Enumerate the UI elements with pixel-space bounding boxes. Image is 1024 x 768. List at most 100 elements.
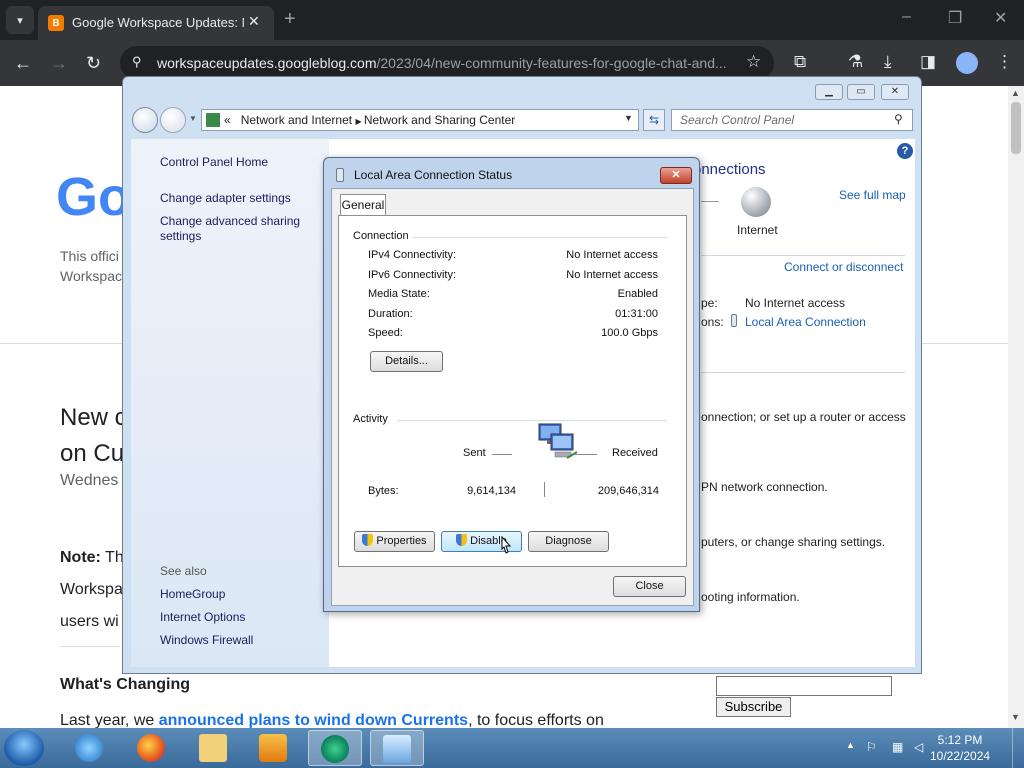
address-dropdown-icon[interactable]: ▼ [624, 113, 633, 123]
sidebar-control-panel-home[interactable]: Control Panel Home [160, 155, 268, 169]
taskbar-control-panel[interactable] [370, 730, 424, 766]
duration-label: Duration: [368, 308, 413, 320]
divider [701, 255, 905, 256]
diagnose-button[interactable]: Diagnose [528, 531, 609, 552]
download-icon[interactable]: ⤓ [884, 52, 892, 72]
network-folder-icon [206, 113, 220, 127]
system-clock[interactable]: 5:12 PM 10/22/2024 [930, 732, 990, 764]
start-orb-icon[interactable] [4, 730, 44, 766]
forward-arrow-icon[interactable] [160, 107, 186, 133]
connect-disconnect-link[interactable]: Connect or disconnect [784, 260, 903, 274]
group-divider [413, 237, 667, 238]
bytes-sent-value: 9,614,134 [467, 485, 516, 497]
breadcrumb-network-internet[interactable]: Network and Internet [241, 113, 352, 127]
control-panel-icon [383, 735, 411, 763]
browser-close-button[interactable]: ✕ [994, 8, 1007, 28]
firefox-icon [137, 734, 165, 762]
scroll-up-arrow-icon[interactable]: ▲ [1011, 88, 1020, 98]
post-title: New c on Cu [60, 404, 127, 467]
subscribe-button[interactable]: Subscribe [716, 697, 791, 717]
scroll-down-arrow-icon[interactable]: ▼ [1011, 712, 1020, 722]
sent-label: Sent [463, 447, 486, 459]
taskbar-chrome-app[interactable] [308, 730, 362, 766]
task-setup-connection-desc: onnection; or set up a router or access [701, 410, 906, 424]
blog-description: This offici Workspac [60, 248, 122, 284]
tab-general[interactable]: General [340, 194, 386, 216]
dialog-title: Local Area Connection Status [354, 168, 513, 182]
network-connector-line [701, 201, 719, 202]
browser-restore-button[interactable]: ❐ [948, 8, 962, 28]
announcement-link[interactable]: announced plans to wind down Currents [159, 712, 468, 729]
tab-search-chevron-icon[interactable]: ▾ [6, 6, 34, 34]
taskbar-firefox[interactable] [124, 730, 178, 766]
breadcrumb-overflow[interactable]: « [224, 113, 231, 127]
sidebar-windows-firewall[interactable]: Windows Firewall [160, 633, 253, 647]
task-homegroup-desc: puters, or change sharing settings. [701, 535, 886, 549]
cp-close-button[interactable]: ✕ [881, 84, 909, 100]
address-bar[interactable]: ⚲ workspaceupdates.googleblog.com/2023/0… [120, 46, 774, 80]
site-info-icon[interactable]: ⚲ [132, 54, 142, 70]
see-full-map-link[interactable]: See full map [839, 188, 906, 202]
recent-pages-dropdown-icon[interactable]: ▼ [189, 114, 197, 123]
duration-value: 01:31:00 [615, 308, 658, 320]
sent-line [492, 454, 512, 455]
activity-group-label: Activity [353, 413, 388, 425]
sidebar-internet-options[interactable]: Internet Options [160, 610, 245, 624]
refresh-icon[interactable]: ⇆ [643, 109, 665, 131]
sidebar-homegroup[interactable]: HomeGroup [160, 587, 225, 601]
cp-minimize-button[interactable]: ▁ [815, 84, 843, 100]
labs-flask-icon[interactable]: ⚗ [848, 52, 863, 72]
taskbar-explorer[interactable] [186, 730, 240, 766]
profile-avatar-icon[interactable] [956, 52, 978, 74]
properties-button[interactable]: Properties [354, 531, 435, 552]
close-button[interactable]: Close [613, 576, 686, 597]
cp-search-input[interactable]: Search Control Panel ⚲ [671, 109, 913, 131]
task-troubleshoot-desc: ooting information. [701, 590, 800, 604]
help-icon[interactable]: ? [897, 143, 913, 159]
action-center-icon[interactable]: ⚐ [866, 740, 877, 754]
browser-tabstrip: ▾ B Google Workspace Updates: N ✕ + – ❐ … [0, 0, 1024, 40]
cp-address-bar[interactable]: « Network and Internet ▶ Network and Sha… [201, 109, 639, 131]
taskbar-media-player[interactable] [246, 730, 300, 766]
back-arrow-icon[interactable]: ← [14, 53, 32, 74]
access-type-value: No Internet access [745, 296, 846, 310]
blogger-favicon-icon: B [48, 15, 64, 31]
show-hidden-icons-icon[interactable]: ▲ [846, 740, 855, 750]
taskbar-internet-explorer[interactable] [62, 730, 116, 766]
browser-tab-active[interactable]: B Google Workspace Updates: N ✕ [38, 6, 274, 40]
sidebar-advanced-sharing[interactable]: Change advanced sharing settings [160, 214, 310, 244]
dialog-close-icon[interactable]: ✕ [660, 167, 692, 184]
url-text: workspaceupdates.googleblog.com/2023/04/… [157, 55, 727, 71]
section-heading: What's Changing [60, 676, 191, 693]
tab-title: Google Workspace Updates: N [72, 15, 244, 30]
search-icon[interactable]: ⚲ [894, 112, 903, 126]
details-button[interactable]: Details... [370, 351, 443, 372]
forward-arrow-icon[interactable]: → [50, 53, 68, 74]
paragraph-text: , to focus efforts on [468, 712, 604, 729]
breadcrumb-sharing-center[interactable]: Network and Sharing Center [364, 113, 515, 127]
show-desktop-button[interactable] [1012, 728, 1024, 768]
received-label: Received [612, 447, 658, 459]
volume-icon[interactable]: ◁ [914, 740, 923, 754]
network-status-icon[interactable]: ▦ [892, 740, 903, 754]
new-tab-plus-icon[interactable]: + [284, 8, 296, 31]
local-area-connection-link[interactable]: Local Area Connection [745, 315, 866, 329]
back-arrow-icon[interactable] [132, 107, 158, 133]
cp-maximize-button[interactable]: ▭ [847, 84, 875, 100]
search-placeholder: Search Control Panel [680, 113, 795, 127]
bookmark-star-icon[interactable]: ☆ [746, 52, 761, 72]
sidebar-change-adapter[interactable]: Change adapter settings [160, 191, 291, 205]
menu-kebab-icon[interactable]: ⋮ [996, 52, 1013, 72]
extensions-puzzle-icon[interactable]: ⧉ [794, 52, 806, 72]
received-line [575, 454, 597, 455]
subscribe-email-input[interactable] [716, 676, 892, 696]
side-panel-icon[interactable]: ◨ [920, 52, 936, 72]
breadcrumb-separator-icon[interactable]: ▶ [355, 117, 363, 126]
clock-date: 10/22/2024 [930, 749, 991, 763]
reload-icon[interactable]: ↻ [86, 53, 101, 74]
browser-minimize-button[interactable]: – [902, 8, 911, 26]
tab-close-icon[interactable]: ✕ [248, 13, 260, 30]
scroll-thumb[interactable] [1011, 102, 1021, 154]
active-networks-heading: onnections [693, 161, 766, 178]
page-scrollbar[interactable]: ▲ ▼ [1008, 86, 1024, 728]
